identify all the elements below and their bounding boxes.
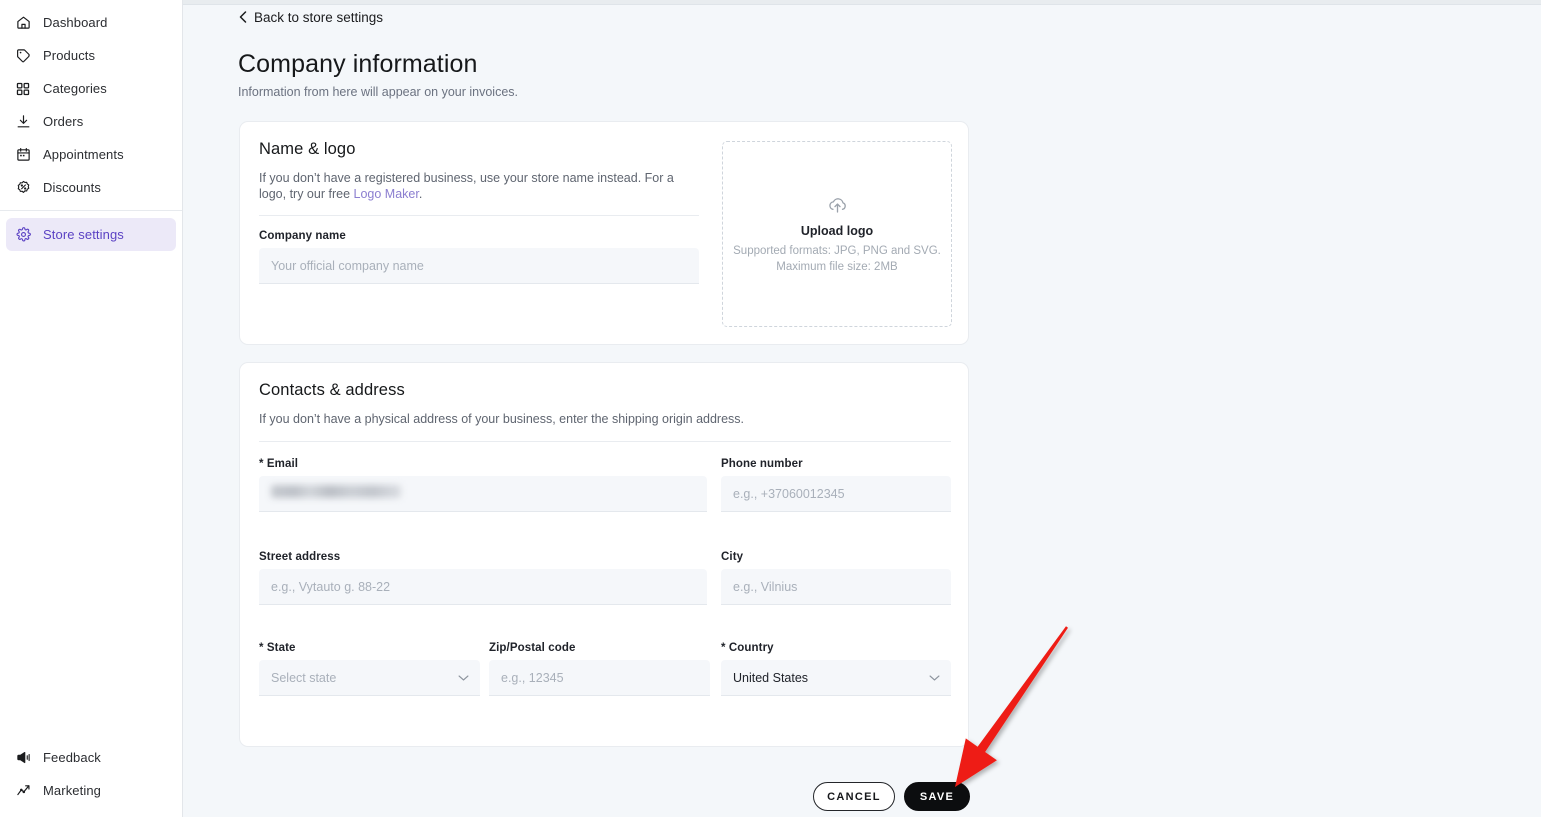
sidebar-item-label: Discounts [43,180,101,195]
email-redacted-value [271,485,401,498]
discount-icon [14,179,32,197]
back-link-label: Back to store settings [254,10,384,25]
chevron-left-icon [239,10,247,25]
chevron-down-icon [458,674,469,681]
company-name-input[interactable] [259,248,699,284]
card-title: Contacts & address [259,381,405,399]
sidebar-item-feedback[interactable]: Feedback [6,741,176,774]
upload-logo-title: Upload logo [800,223,874,238]
sidebar-item-label: Products [43,48,96,63]
sidebar-item-label: Appointments [43,147,124,162]
chevron-down-icon [929,674,940,681]
grid-icon [14,80,32,98]
main-content: Back to store settings Company informati… [184,5,1541,817]
sidebar-item-appointments[interactable]: Appointments [6,138,176,171]
card-description: If you don’t have a registered business,… [259,170,684,202]
cancel-button[interactable]: CANCEL [813,782,895,811]
sidebar-item-label: Feedback [43,750,101,765]
card-description: If you don’t have a physical address of … [259,412,745,426]
country-select[interactable]: United States [721,660,951,696]
sidebar-item-label: Store settings [43,227,124,242]
sidebar-item-orders[interactable]: Orders [6,105,176,138]
calendar-icon [14,146,32,164]
back-to-store-settings-link[interactable]: Back to store settings [239,10,383,25]
zip-input[interactable] [489,660,710,696]
card-divider [259,215,699,216]
sidebar-item-label: Dashboard [43,15,108,30]
upload-logo-maxsize: Maximum file size: 2MB [776,260,898,273]
sidebar-item-products[interactable]: Products [6,39,176,72]
phone-label: Phone number [721,458,803,470]
city-label: City [721,551,744,563]
zip-label: Zip/Postal code [489,642,576,654]
upload-logo-formats: Supported formats: JPG, PNG and SVG. [733,244,941,257]
page-title: Company information [238,50,478,78]
sidebar-item-discounts[interactable]: Discounts [6,171,176,204]
sidebar-item-label: Marketing [43,783,101,798]
city-input[interactable] [721,569,951,605]
download-icon [14,113,32,131]
street-address-label: Street address [259,551,341,563]
logo-maker-link[interactable]: Logo Maker [354,187,419,201]
sidebar-item-store-settings[interactable]: Store settings [6,218,176,251]
email-input[interactable] [259,476,707,512]
sidebar-item-marketing[interactable]: Marketing [6,774,176,807]
state-select-value: Select state [271,670,337,685]
sidebar-item-label: Orders [43,114,84,129]
card-description-suffix: . [418,187,423,201]
save-button[interactable]: SAVE [904,782,970,811]
email-label: * Email [259,458,299,470]
sidebar: Dashboard Products Categories Orders App… [0,0,183,817]
sidebar-item-label: Categories [43,81,107,96]
cloud-upload-icon [827,194,848,220]
sidebar-item-categories[interactable]: Categories [6,72,176,105]
card-description-text: If you don’t have a registered business,… [259,171,674,201]
name-and-logo-card: Name & logo If you don’t have a register… [239,121,969,345]
state-select[interactable]: Select state [259,660,480,696]
company-name-label: Company name [259,230,346,242]
sidebar-divider [0,210,182,211]
sidebar-secondary-nav: Feedback Marketing [0,741,182,807]
street-address-input[interactable] [259,569,707,605]
gear-icon [14,226,32,244]
sidebar-primary-nav: Dashboard Products Categories Orders App… [0,6,182,251]
phone-input[interactable] [721,476,951,512]
trend-icon [14,782,32,800]
card-divider [259,441,951,442]
contacts-and-address-card: Contacts & address If you don’t have a p… [239,362,969,747]
state-label: * State [259,642,296,654]
tag-icon [14,47,32,65]
country-select-value: United States [733,670,809,685]
upload-logo-dropzone[interactable]: Upload logo Supported formats: JPG, PNG … [722,141,952,327]
app-root: Dashboard Products Categories Orders App… [0,0,1541,817]
home-icon [14,14,32,32]
page-subtitle: Information from here will appear on you… [238,85,518,99]
sidebar-item-dashboard[interactable]: Dashboard [6,6,176,39]
card-title: Name & logo [259,140,356,158]
megaphone-icon [14,749,32,767]
country-label: * Country [721,642,774,654]
